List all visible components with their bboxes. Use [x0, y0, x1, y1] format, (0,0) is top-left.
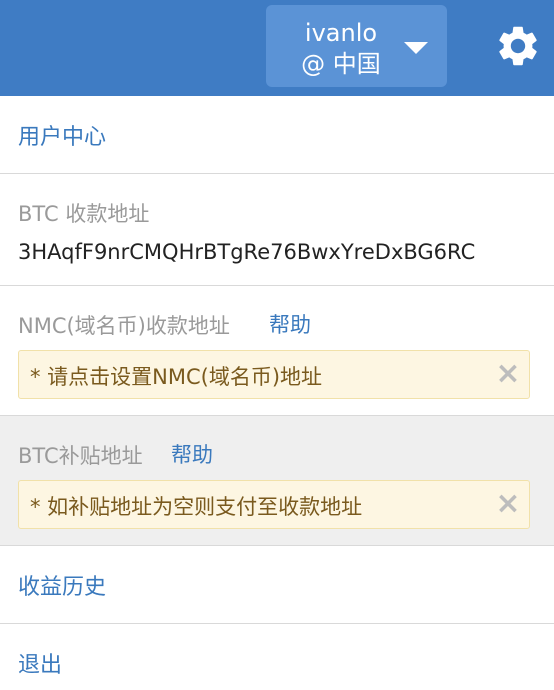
- btc-subsidy-label: BTC补贴地址: [18, 444, 143, 468]
- nmc-warning-alert[interactable]: * 请点击设置NMC(域名币)地址 ×: [18, 350, 530, 399]
- caret-down-icon: [404, 42, 428, 54]
- btc-subsidy-warning-alert[interactable]: * 如补贴地址为空则支付至收款地址 ×: [18, 480, 530, 529]
- earnings-history-row[interactable]: 收益历史: [0, 546, 554, 624]
- user-region: @ 中国: [301, 50, 381, 78]
- logout-link[interactable]: 退出: [18, 647, 62, 679]
- gear-icon[interactable]: [494, 22, 542, 70]
- earnings-history-link[interactable]: 收益历史: [18, 569, 106, 601]
- btc-address-label: BTC 收款地址: [18, 202, 150, 226]
- user-center-link[interactable]: 用户中心: [18, 119, 106, 151]
- nmc-help-link[interactable]: 帮助: [269, 309, 311, 339]
- btc-address-value: 3HAqfF9nrCMQHrBTgRe76BwxYreDxBG6RC: [18, 240, 476, 264]
- user-menu-button[interactable]: ivanlo @ 中国: [266, 5, 447, 87]
- close-icon[interactable]: ×: [495, 487, 521, 521]
- btc-subsidy-warning-text: * 如补贴地址为空则支付至收款地址: [30, 495, 363, 519]
- app-header: ivanlo @ 中国: [0, 0, 554, 96]
- close-icon[interactable]: ×: [495, 357, 521, 391]
- btc-address-row: BTC 收款地址 3HAqfF9nrCMQHrBTgRe76BwxYreDxBG…: [0, 174, 554, 286]
- nmc-address-label: NMC(域名币)收款地址: [18, 314, 230, 338]
- nmc-warning-text: * 请点击设置NMC(域名币)地址: [30, 365, 323, 389]
- logout-row[interactable]: 退出: [0, 624, 554, 690]
- user-center-row[interactable]: 用户中心: [0, 96, 554, 174]
- btc-subsidy-help-link[interactable]: 帮助: [171, 439, 213, 469]
- username: ivanlo: [304, 19, 378, 47]
- btc-subsidy-row: BTC补贴地址 帮助 * 如补贴地址为空则支付至收款地址 ×: [0, 416, 554, 546]
- nmc-address-row: NMC(域名币)收款地址 帮助 * 请点击设置NMC(域名币)地址 ×: [0, 286, 554, 416]
